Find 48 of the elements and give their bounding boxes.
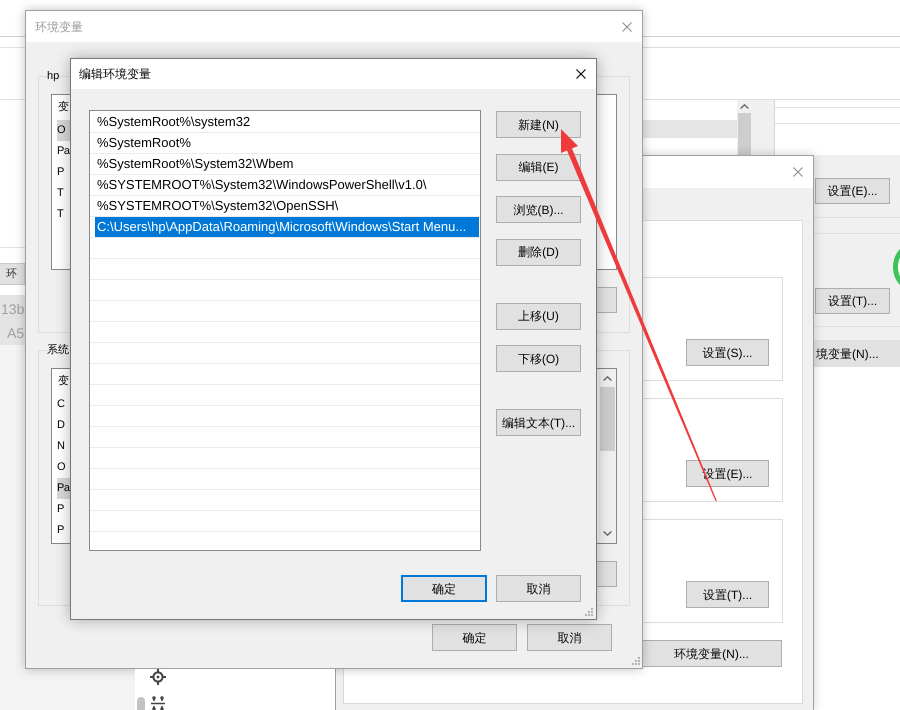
scrollbar[interactable] bbox=[598, 369, 616, 543]
button[interactable]: 境变量(N)... bbox=[813, 340, 900, 367]
list-item[interactable]: %SystemRoot%\System32\Wbem bbox=[95, 154, 479, 174]
button[interactable]: 取消 bbox=[496, 575, 581, 602]
chevron-up-icon[interactable] bbox=[603, 376, 612, 381]
button[interactable]: 环 bbox=[0, 263, 25, 285]
close-icon[interactable] bbox=[576, 69, 586, 79]
button[interactable]: 环境变量(N)... bbox=[642, 640, 782, 667]
group-label: hp bbox=[47, 68, 60, 84]
button[interactable]: 确定 bbox=[401, 575, 487, 602]
window-title: 环境变量 bbox=[35, 18, 83, 36]
scrollbar-thumb[interactable] bbox=[600, 387, 615, 451]
scrollbar-thumb[interactable] bbox=[137, 697, 145, 710]
list-item[interactable]: %SystemRoot% bbox=[95, 133, 479, 153]
scrollbar-thumb[interactable] bbox=[738, 113, 751, 155]
resize-grip-icon[interactable] bbox=[585, 608, 593, 616]
list-item[interactable]: Pa bbox=[57, 478, 70, 499]
button[interactable]: 设置(E)... bbox=[815, 178, 890, 204]
list-item[interactable]: %SystemRoot%\system32 bbox=[95, 112, 479, 132]
list-item[interactable]: C:\Users\hp\AppData\Roaming\Microsoft\Windows\Start Menu... bbox=[95, 217, 479, 237]
list-item[interactable]: O bbox=[57, 120, 70, 141]
spacing-icon[interactable] bbox=[151, 696, 165, 710]
list-item[interactable]: %SYSTEMROOT%\System32\WindowsPowerShell\v1.0\ bbox=[95, 175, 479, 195]
button[interactable]: 删除(D) bbox=[496, 238, 581, 266]
button[interactable]: 设置(T)... bbox=[815, 288, 890, 314]
button[interactable]: 编辑文本(T)... bbox=[496, 409, 581, 436]
window-title: 编辑环境变量 bbox=[79, 66, 151, 83]
list-item[interactable]: %SYSTEMROOT%\System32\OpenSSH\ bbox=[95, 196, 479, 216]
crosshair-icon[interactable] bbox=[150, 669, 166, 685]
button[interactable]: 设置(S)... bbox=[686, 339, 769, 366]
chevron-up-icon[interactable] bbox=[740, 104, 749, 109]
button[interactable] bbox=[597, 287, 617, 313]
column-header[interactable]: 变 bbox=[52, 369, 69, 394]
button[interactable] bbox=[597, 561, 617, 587]
button[interactable]: 编辑(E) bbox=[496, 154, 581, 180]
button[interactable]: 取消 bbox=[527, 624, 612, 651]
button[interactable]: 下移(O) bbox=[496, 345, 581, 372]
value-text: A5 bbox=[6, 324, 24, 343]
scrollbar[interactable] bbox=[737, 100, 752, 155]
chevron-down-icon[interactable] bbox=[603, 531, 612, 536]
button[interactable]: 上移(U) bbox=[496, 302, 581, 330]
button[interactable]: 浏览(B)... bbox=[496, 196, 581, 223]
button[interactable]: 设置(T)... bbox=[686, 581, 769, 608]
button[interactable]: 新建(N) bbox=[496, 111, 581, 138]
button[interactable]: 确定 bbox=[432, 624, 517, 651]
resize-grip-icon[interactable] bbox=[632, 657, 640, 665]
value-text: 13b bbox=[0, 300, 24, 319]
column-header[interactable]: 变 bbox=[52, 95, 69, 120]
